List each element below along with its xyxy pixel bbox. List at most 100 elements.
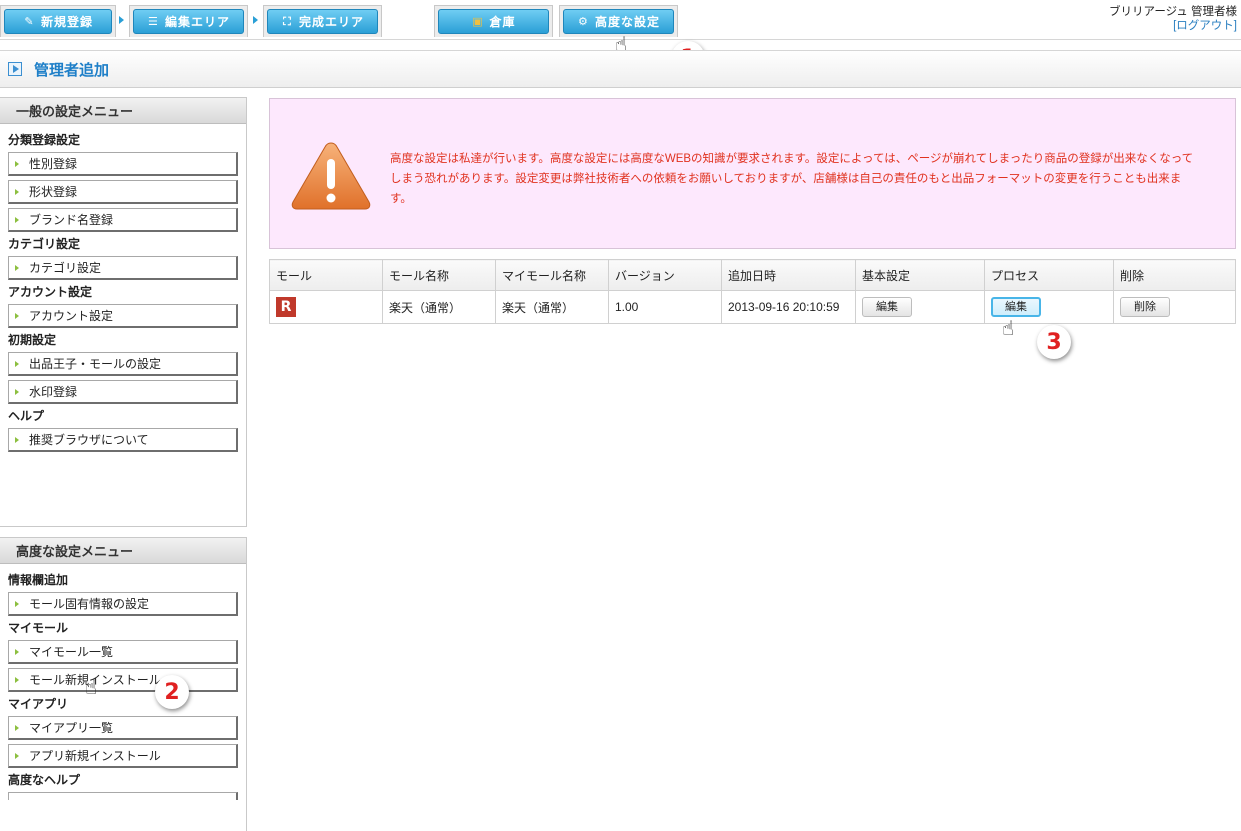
section-heading: 初期設定 <box>8 333 57 347</box>
mall-cell: R <box>269 290 383 324</box>
gear-icon: ⚙ <box>578 15 589 28</box>
version-cell: 1.00 <box>608 290 722 324</box>
my-mall-name-cell: 楽天（通常） <box>495 290 609 324</box>
column-header: マイモール名称 <box>495 259 609 291</box>
chevron-right-icon <box>119 16 124 24</box>
menu-item-label: 形状登録 <box>29 185 78 199</box>
menu-item-browser[interactable]: 推奨ブラウザについて <box>8 428 238 452</box>
column-header: 削除 <box>1113 259 1236 291</box>
menu-item-brand[interactable]: ブランド名登録 <box>8 208 238 232</box>
menu-item-label: アプリ新規インストール <box>29 749 161 763</box>
arrow-icon <box>15 436 19 443</box>
menu-item-label: 水印登録 <box>29 385 78 399</box>
sitemap-icon: ⛶ <box>283 15 292 28</box>
column-header: モール <box>269 259 383 291</box>
menu-item-shape[interactable]: 形状登録 <box>8 180 238 204</box>
column-header: バージョン <box>608 259 722 291</box>
tab-edit-area[interactable]: ☰ 編集エリア <box>129 5 248 37</box>
arrow-icon <box>15 388 19 395</box>
menu-item-mall-install[interactable]: モール新規インストール <box>8 668 238 692</box>
table-header-row: モール モール名称 マイモール名称 バージョン 追加日時 基本設定 プロセス 削… <box>269 259 1236 291</box>
menu-item-account[interactable]: アカウント設定 <box>8 304 238 328</box>
user-info: ブリリアージュ 管理者様 [ログアウト] <box>1109 5 1237 33</box>
menu-item-my-mall-list[interactable]: マイモール一覧 <box>8 640 238 664</box>
menu-item-partial[interactable] <box>8 792 238 800</box>
warning-text: 高度な設定は私達が行います。高度な設定には高度なWEBの知識が要求されます。設定… <box>390 153 1194 205</box>
menu-item-label: 性別登録 <box>29 157 78 171</box>
hand-cursor-icon: ☝ <box>1002 316 1015 340</box>
play-icon <box>8 62 22 76</box>
box-icon: ▣ <box>472 15 484 28</box>
tab-label: 高度な設定 <box>594 15 660 29</box>
menu-item-mall-info[interactable]: モール固有情報の設定 <box>8 592 238 616</box>
pencil-icon: ✎ <box>24 15 35 28</box>
arrow-icon <box>15 676 19 683</box>
edit-area-button[interactable]: ☰ 編集エリア <box>133 9 244 34</box>
tab-warehouse[interactable]: ▣ 倉庫 <box>434 5 553 37</box>
arrow-icon <box>15 360 19 367</box>
section-heading: マイモール <box>8 621 69 635</box>
menu-item-category[interactable]: カテゴリ設定 <box>8 256 238 280</box>
section-heading: カテゴリ設定 <box>8 237 81 251</box>
column-header: モール名称 <box>382 259 496 291</box>
delete-cell: 削除 <box>1113 290 1236 324</box>
arrow-icon <box>15 724 19 731</box>
delete-button[interactable]: 削除 <box>1120 297 1170 317</box>
menu-item-app-install[interactable]: アプリ新規インストール <box>8 744 238 768</box>
arrow-icon <box>15 600 19 607</box>
menu-item-label: カテゴリ設定 <box>29 261 102 275</box>
menu-item-watermark[interactable]: 水印登録 <box>8 380 238 404</box>
page-title: 管理者追加 <box>34 60 110 79</box>
page-header: 管理者追加 <box>0 50 1241 88</box>
column-header: 基本設定 <box>855 259 985 291</box>
tab-label: 倉庫 <box>489 15 516 29</box>
annotation-badge-2: 2 <box>155 675 189 709</box>
advanced-settings-button[interactable]: ⚙ 高度な設定 <box>563 9 674 34</box>
tab-label: 編集エリア <box>164 15 230 29</box>
warehouse-button[interactable]: ▣ 倉庫 <box>438 9 549 34</box>
arrow-icon <box>15 264 19 271</box>
tab-complete-area[interactable]: ⛶ 完成エリア <box>263 5 382 37</box>
section-heading: 分類登録設定 <box>8 133 81 147</box>
column-header: プロセス <box>984 259 1114 291</box>
rakuten-logo-icon: R <box>276 297 296 317</box>
section-heading: マイアプリ <box>8 697 69 711</box>
menu-item-label: マイアプリ一覧 <box>29 721 114 735</box>
basic-settings-cell: 編集 <box>855 290 985 324</box>
logout-link[interactable]: [ログアウト] <box>1173 20 1237 32</box>
menu-item-mall-settings[interactable]: 出品王子・モールの設定 <box>8 352 238 376</box>
menu-item-label: ブランド名登録 <box>29 213 114 227</box>
process-edit-button[interactable]: 編集 <box>991 297 1041 317</box>
complete-area-button[interactable]: ⛶ 完成エリア <box>267 9 378 34</box>
warning-triangle-icon <box>291 142 371 210</box>
menu-item-label: マイモール一覧 <box>29 645 114 659</box>
menu-item-label: 推奨ブラウザについて <box>29 433 149 447</box>
tab-new-register[interactable]: ✎ 新規登録 <box>0 5 116 37</box>
column-header: 追加日時 <box>721 259 856 291</box>
arrow-icon <box>15 160 19 167</box>
section-heading: アカウント設定 <box>8 285 93 299</box>
menu-item-label: モール固有情報の設定 <box>29 597 150 611</box>
added-date-cell: 2013-09-16 20:10:59 <box>721 290 856 324</box>
tab-label: 完成エリア <box>298 15 364 29</box>
section-heading: 高度なヘルプ <box>8 773 81 787</box>
table-row: R 楽天（通常） 楽天（通常） 1.00 2013-09-16 20:10:59… <box>269 290 1236 324</box>
tab-label: 新規登録 <box>40 15 93 29</box>
arrow-icon <box>15 188 19 195</box>
basic-edit-button[interactable]: 編集 <box>862 297 912 317</box>
list-icon: ☰ <box>148 15 159 28</box>
menu-item-label: アカウント設定 <box>29 309 114 323</box>
user-name: ブリリアージュ 管理者様 <box>1109 6 1237 18</box>
hand-cursor-icon: ☝ <box>85 675 98 699</box>
new-register-button[interactable]: ✎ 新規登録 <box>4 9 112 34</box>
arrow-icon <box>15 312 19 319</box>
advanced-menu-title: 高度な設定メニュー <box>0 538 246 564</box>
advanced-settings-panel: 高度な設定メニュー 情報欄追加 モール固有情報の設定 マイモール マイモール一覧… <box>0 537 247 831</box>
warning-box: 高度な設定は私達が行います。高度な設定には高度なWEBの知識が要求されます。設定… <box>269 98 1236 249</box>
mall-name-cell: 楽天（通常） <box>382 290 496 324</box>
section-heading: ヘルプ <box>8 409 45 423</box>
general-settings-panel: 一般の設定メニュー 分類登録設定 性別登録 形状登録 ブランド名登録 カテゴリ設… <box>0 97 247 527</box>
menu-item-gender[interactable]: 性別登録 <box>8 152 238 176</box>
section-heading: 情報欄追加 <box>8 573 69 587</box>
menu-item-my-app-list[interactable]: マイアプリ一覧 <box>8 716 238 740</box>
